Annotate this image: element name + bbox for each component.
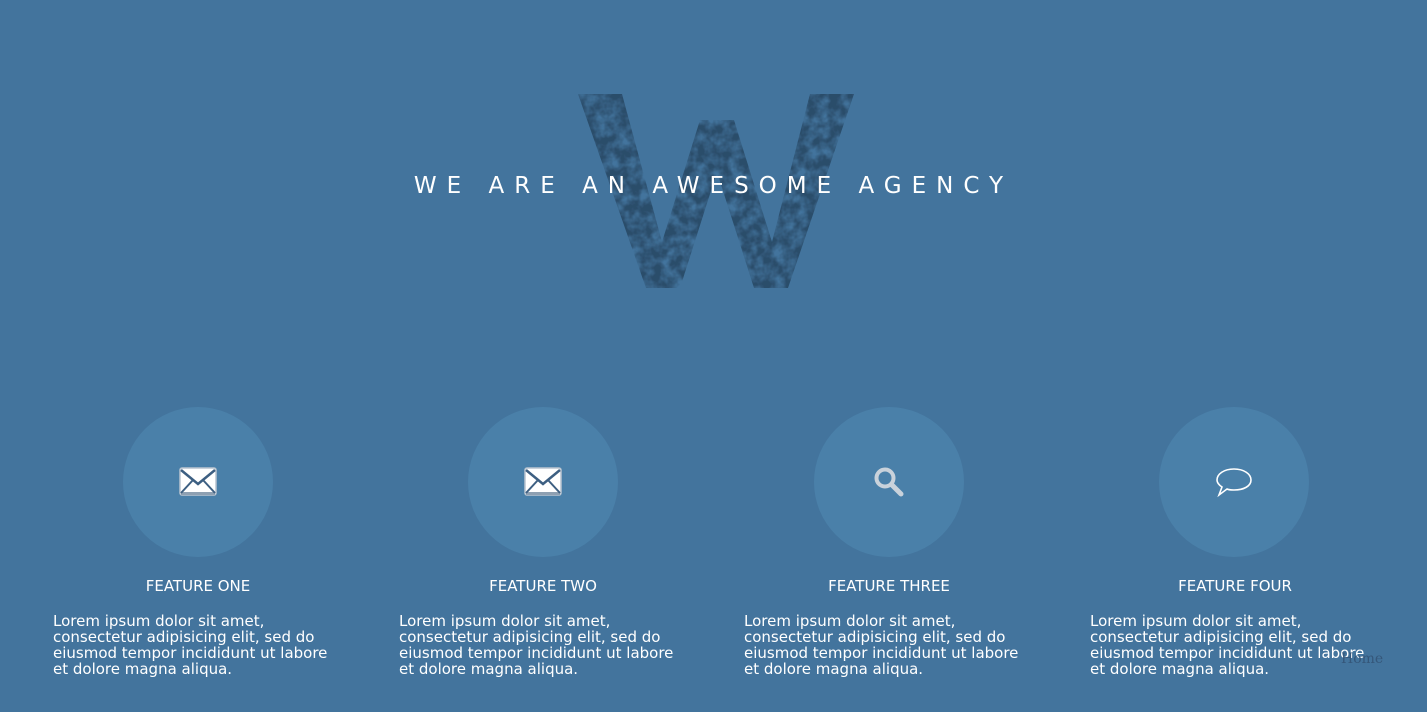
feature-description: Lorem ipsum dolor sit amet, consectetur … [53,612,328,678]
hero-title: WE ARE AN AWESOME AGENCY [413,173,1014,199]
search-icon [874,467,904,497]
feature-icon-circle [814,407,964,557]
feature-title: FEATURE TWO [489,577,597,595]
feature-description: Lorem ipsum dolor sit amet, consectetur … [1090,612,1365,678]
feature-title: FEATURE FOUR [1178,577,1292,595]
feature-title: FEATURE ONE [145,577,251,595]
mail-icon [524,467,562,496]
page: WE ARE AN AWESOME AGENCY FEATURE ONE Lor… [0,0,1427,712]
feature-title: FEATURE THREE [828,577,950,595]
mail-icon [179,467,217,496]
feature-icon-circle [123,407,273,557]
feature-description: Lorem ipsum dolor sit amet, consectetur … [399,612,674,678]
feature-description: Lorem ipsum dolor sit amet, consectetur … [744,612,1019,678]
feature-icon-circle [468,407,618,557]
feature-icon-circle [1159,407,1309,557]
speech-bubble-icon [1216,468,1252,498]
home-link[interactable]: Home [1341,651,1383,667]
